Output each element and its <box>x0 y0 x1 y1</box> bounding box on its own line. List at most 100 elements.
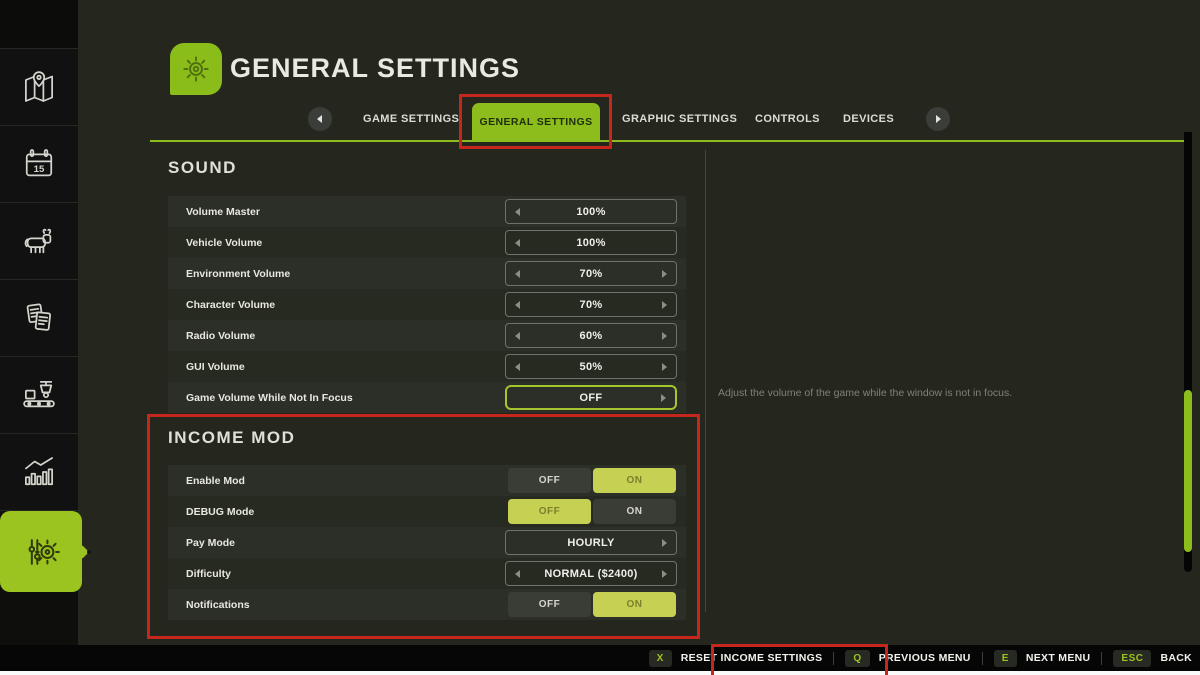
radio-volume-control[interactable]: 60% <box>505 323 677 348</box>
setting-label: Difficulty <box>186 568 231 580</box>
next-menu-button[interactable]: E NEXT MENU <box>994 650 1091 667</box>
next-option-arrow-icon[interactable] <box>662 539 667 547</box>
decrease-arrow-icon[interactable] <box>515 301 520 309</box>
page-title: GENERAL SETTINGS <box>230 53 520 84</box>
gear-icon <box>178 51 214 87</box>
decrease-arrow-icon[interactable] <box>515 239 520 247</box>
tab-underline <box>150 140 1190 142</box>
reset-income-settings-button[interactable]: X RESET INCOME SETTINGS <box>649 650 823 667</box>
next-option-arrow-icon[interactable] <box>662 570 667 578</box>
tab-controls[interactable]: CONTROLS <box>755 113 820 125</box>
settings-row: Notifications OFF ON <box>168 589 686 620</box>
setting-label: GUI Volume <box>186 361 245 373</box>
toggle-on-button[interactable]: ON <box>593 592 676 617</box>
contracts-icon <box>18 297 60 339</box>
gui-volume-control[interactable]: 50% <box>505 354 677 379</box>
character-volume-control[interactable]: 70% <box>505 292 677 317</box>
back-button[interactable]: ESC BACK <box>1113 650 1192 667</box>
notifications-toggle: OFF ON <box>508 592 676 617</box>
key-esc-badge: ESC <box>1113 650 1151 667</box>
difficulty-control[interactable]: NORMAL ($2400) <box>505 561 677 586</box>
settings-row: Game Volume While Not In Focus OFF <box>168 382 686 413</box>
income-mod-rows: Enable Mod OFF ON DEBUG Mode OFF ON Pay … <box>168 465 686 620</box>
settings-row: Environment Volume 70% <box>168 258 686 289</box>
increase-arrow-icon[interactable] <box>662 270 667 278</box>
panel-divider <box>705 150 706 612</box>
sound-section-title: SOUND <box>168 158 237 178</box>
sidebar-item-calendar[interactable]: 15 <box>0 126 78 203</box>
tab-game-settings[interactable]: GAME SETTINGS <box>363 113 459 125</box>
tab-general-settings[interactable]: GENERAL SETTINGS <box>472 103 600 140</box>
toggle-off-button[interactable]: OFF <box>508 592 591 617</box>
map-icon <box>18 66 60 108</box>
settings-row: Volume Master 100% <box>168 196 686 227</box>
setting-label: Notifications <box>186 599 250 611</box>
income-mod-section-title: INCOME MOD <box>168 428 295 448</box>
decrease-arrow-icon[interactable] <box>515 270 520 278</box>
settings-sliders-icon <box>19 530 63 574</box>
setting-label: Vehicle Volume <box>186 237 262 249</box>
calendar-day-text: 15 <box>34 164 45 175</box>
decrease-arrow-icon[interactable] <box>515 363 520 371</box>
environment-volume-control[interactable]: 70% <box>505 261 677 286</box>
bottom-bar-divider <box>1101 652 1102 665</box>
increase-arrow-icon[interactable] <box>662 301 667 309</box>
increase-arrow-icon[interactable] <box>662 363 667 371</box>
sidebar-item-animals[interactable] <box>0 203 78 280</box>
production-icon <box>18 374 60 416</box>
setting-value: 70% <box>580 299 603 311</box>
setting-value: 70% <box>580 268 603 280</box>
next-menu-label: NEXT MENU <box>1026 652 1091 664</box>
toggle-off-button[interactable]: OFF <box>508 468 591 493</box>
settings-row: Vehicle Volume 100% <box>168 227 686 258</box>
setting-label: Pay Mode <box>186 537 235 549</box>
decrease-arrow-icon[interactable] <box>515 208 520 216</box>
bottom-bar: X RESET INCOME SETTINGS Q PREVIOUS MENU … <box>0 645 1200 671</box>
previous-menu-button[interactable]: Q PREVIOUS MENU <box>845 650 970 667</box>
setting-value: 100% <box>576 237 605 249</box>
sidebar-spacer <box>0 0 78 49</box>
decrease-arrow-icon[interactable] <box>515 332 520 340</box>
back-label: BACK <box>1160 652 1192 664</box>
scrollbar-thumb[interactable] <box>1184 390 1192 552</box>
toggle-off-button[interactable]: OFF <box>508 499 591 524</box>
page-icon <box>170 43 222 95</box>
setting-label: Character Volume <box>186 299 275 311</box>
sidebar-filler <box>0 592 78 645</box>
volume-master-control[interactable]: 100% <box>505 199 677 224</box>
setting-value: OFF <box>580 392 603 404</box>
setting-label: DEBUG Mode <box>186 506 254 518</box>
key-q-badge: Q <box>845 650 869 667</box>
prev-option-arrow-icon[interactable] <box>515 570 520 578</box>
next-tab-icon <box>936 115 941 123</box>
tab-devices[interactable]: DEVICES <box>843 113 894 125</box>
game-volume-not-in-focus-control[interactable]: OFF <box>505 385 677 410</box>
sidebar-item-statistics[interactable] <box>0 434 78 511</box>
key-e-badge: E <box>994 650 1017 667</box>
toggle-on-button[interactable]: ON <box>593 468 676 493</box>
tab-graphic-settings[interactable]: GRAPHIC SETTINGS <box>622 113 737 125</box>
setting-value: HOURLY <box>567 537 614 549</box>
pay-mode-control[interactable]: HOURLY <box>505 530 677 555</box>
next-tab-button[interactable] <box>926 107 950 131</box>
increase-arrow-icon[interactable] <box>661 394 666 402</box>
prev-tab-button[interactable] <box>308 107 332 131</box>
setting-label: Game Volume While Not In Focus <box>186 392 353 404</box>
toggle-on-button[interactable]: ON <box>593 499 676 524</box>
settings-row: Difficulty NORMAL ($2400) <box>168 558 686 589</box>
setting-value: 50% <box>580 361 603 373</box>
sidebar-item-production[interactable] <box>0 357 78 434</box>
settings-row: GUI Volume 50% <box>168 351 686 382</box>
key-x-badge: X <box>649 650 672 667</box>
settings-row: Character Volume 70% <box>168 289 686 320</box>
sidebar-item-contracts[interactable] <box>0 280 78 357</box>
setting-value: NORMAL ($2400) <box>544 568 637 580</box>
active-item-dot <box>87 550 91 554</box>
vehicle-volume-control[interactable]: 100% <box>505 230 677 255</box>
increase-arrow-icon[interactable] <box>662 332 667 340</box>
sidebar-item-settings[interactable] <box>0 511 82 592</box>
setting-value: 100% <box>576 206 605 218</box>
settings-row: Enable Mod OFF ON <box>168 465 686 496</box>
enable-mod-toggle: OFF ON <box>508 468 676 493</box>
sidebar-item-map[interactable] <box>0 49 78 126</box>
